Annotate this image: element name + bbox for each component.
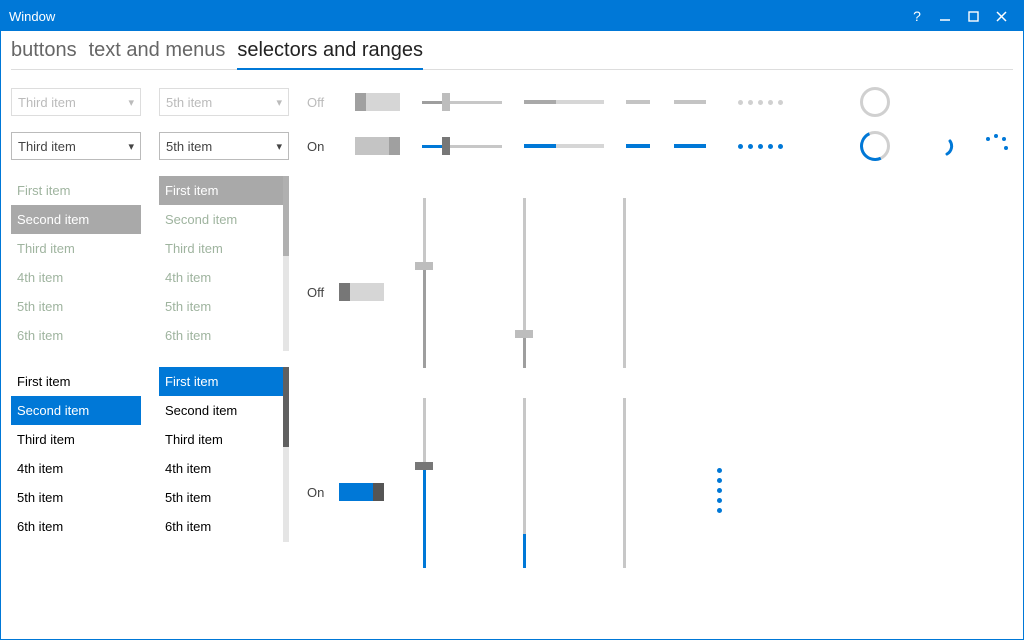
- list-item: First item: [11, 176, 141, 205]
- list-item[interactable]: 5th item: [11, 483, 141, 512]
- tab-bar: buttons text and menus selectors and ran…: [11, 35, 1013, 70]
- toggle-on[interactable]: [339, 483, 384, 501]
- content-area: buttons text and menus selectors and ran…: [1, 31, 1023, 639]
- tab-selectors-and-ranges[interactable]: selectors and ranges: [237, 35, 423, 70]
- list-item[interactable]: 5th item: [159, 483, 289, 512]
- enabled-row: On: [307, 132, 1013, 160]
- progress-indeterminate-disabled: [626, 100, 706, 104]
- listbox-a-disabled: First item Second item Third item 4th it…: [11, 176, 141, 351]
- help-button[interactable]: ?: [903, 1, 931, 31]
- list-item: Second item: [11, 205, 141, 234]
- progress-disabled: [524, 100, 604, 104]
- list-item: 4th item: [11, 263, 141, 292]
- list-item: First item: [159, 176, 289, 205]
- list-item[interactable]: 6th item: [11, 512, 141, 541]
- list-item: 6th item: [159, 321, 289, 350]
- combo-a[interactable]: Third item ▾: [11, 132, 141, 160]
- toggle-off[interactable]: [339, 283, 384, 301]
- list-item: 5th item: [11, 292, 141, 321]
- combo-a-value: Third item: [18, 139, 76, 154]
- close-button[interactable]: [987, 1, 1015, 31]
- vslider-disabled-b: [514, 198, 534, 368]
- list-item[interactable]: Second item: [159, 396, 289, 425]
- vrange-disabled: [614, 198, 634, 368]
- vrange[interactable]: [614, 398, 634, 568]
- list-item[interactable]: 4th item: [11, 454, 141, 483]
- progress-ring: [860, 131, 890, 161]
- vslider-disabled-a: [414, 198, 434, 368]
- scrollbar: [283, 176, 289, 351]
- toggle-on-label-2: On: [307, 485, 333, 500]
- chevron-down-icon: ▾: [276, 140, 282, 153]
- vslider-a[interactable]: [414, 398, 434, 568]
- dots-loader-disabled: [738, 94, 808, 110]
- list-item[interactable]: First item: [159, 367, 289, 396]
- tab-text-and-menus[interactable]: text and menus: [89, 35, 226, 69]
- list-item: 4th item: [159, 263, 289, 292]
- chevron-down-icon: ▾: [128, 96, 134, 109]
- progress-indeterminate: [626, 144, 706, 148]
- chevron-down-icon: ▾: [128, 140, 134, 153]
- list-item[interactable]: Third item: [159, 425, 289, 454]
- chevron-down-icon: ▾: [276, 96, 282, 109]
- combo-a-disabled-value: Third item: [18, 95, 76, 110]
- vslider-b[interactable]: [514, 398, 534, 568]
- hslider[interactable]: [422, 136, 502, 156]
- scrollbar[interactable]: [283, 367, 289, 542]
- toggle-off-label: Off: [307, 95, 333, 110]
- tab-buttons[interactable]: buttons: [11, 35, 77, 69]
- progress-ring-small: [932, 135, 954, 157]
- combo-a-disabled: Third item ▾: [11, 88, 141, 116]
- window-title: Window: [9, 9, 903, 24]
- hslider-disabled: [422, 92, 502, 112]
- list-item: Third item: [159, 234, 289, 263]
- list-item[interactable]: 6th item: [159, 512, 289, 541]
- listbox-b-disabled: First item Second item Third item 4th it…: [159, 176, 289, 351]
- list-item: 6th item: [11, 321, 141, 350]
- progress: [524, 144, 604, 148]
- progress-ring-disabled: [860, 87, 890, 117]
- list-item[interactable]: 4th item: [159, 454, 289, 483]
- list-item[interactable]: Third item: [11, 425, 141, 454]
- combo-b-value: 5th item: [166, 139, 212, 154]
- list-item: Second item: [159, 205, 289, 234]
- controls-panel: Third item ▾ Third item ▾ First item Sec…: [11, 88, 1013, 568]
- combo-b-disabled: 5th item ▾: [159, 88, 289, 116]
- combo-b[interactable]: 5th item ▾: [159, 132, 289, 160]
- disabled-row: Off: [307, 88, 1013, 116]
- listbox-a[interactable]: First item Second item Third item 4th it…: [11, 367, 141, 542]
- dots-loader: [738, 138, 808, 154]
- list-item[interactable]: First item: [11, 367, 141, 396]
- combo-b-disabled-value: 5th item: [166, 95, 212, 110]
- toggle-disabled: [355, 93, 400, 111]
- vdots-loader: [714, 468, 724, 568]
- list-item: Third item: [11, 234, 141, 263]
- toggle-on-label: On: [307, 139, 333, 154]
- minimize-button[interactable]: [931, 1, 959, 31]
- titlebar: Window ?: [1, 1, 1023, 31]
- toggle-on-grey: [355, 137, 400, 155]
- dot-ring-loader: [984, 134, 1008, 158]
- list-item[interactable]: Second item: [11, 396, 141, 425]
- listbox-b[interactable]: First item Second item Third item 4th it…: [159, 367, 289, 542]
- window: Window ? buttons text and menus selector…: [0, 0, 1024, 640]
- list-item: 5th item: [159, 292, 289, 321]
- toggle-off-label-2: Off: [307, 285, 333, 300]
- maximize-button[interactable]: [959, 1, 987, 31]
